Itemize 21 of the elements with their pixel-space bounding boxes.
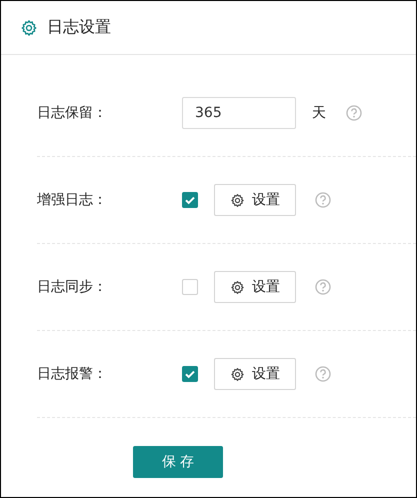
field-label: 日志保留：: [37, 104, 108, 122]
help-icon[interactable]: [315, 192, 331, 208]
gear-icon: [230, 366, 245, 382]
help-icon[interactable]: [315, 279, 331, 295]
settings-icon: [20, 18, 38, 36]
gear-icon: [230, 192, 245, 208]
unit-label: 天: [312, 104, 326, 122]
gear-icon: [230, 280, 245, 294]
help-icon[interactable]: [315, 366, 331, 382]
field-label: 日志同步：: [37, 278, 108, 296]
settings-button[interactable]: 设置: [214, 184, 296, 216]
help-icon[interactable]: [346, 105, 362, 121]
panel-title: 日志设置: [47, 17, 111, 38]
checkbox[interactable]: [182, 192, 198, 208]
settings-button[interactable]: 设置: [214, 271, 296, 303]
save-button[interactable]: 保 存: [133, 446, 223, 478]
checkbox[interactable]: [182, 366, 198, 382]
field-label: 增强日志：: [37, 191, 108, 209]
field-label: 日志报警：: [37, 365, 108, 383]
settings-button[interactable]: 设置: [214, 358, 296, 390]
input-field[interactable]: 365: [182, 97, 296, 129]
